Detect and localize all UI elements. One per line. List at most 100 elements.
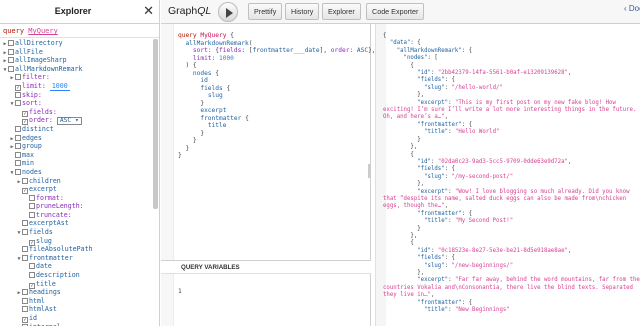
field-checkbox[interactable] xyxy=(8,65,14,72)
code-token: order xyxy=(330,47,350,54)
explorer-row[interactable]: ▶internal xyxy=(0,323,153,326)
result-line: "slug": "/my-second-post/" xyxy=(383,174,640,181)
explorer-row[interactable]: html xyxy=(0,297,153,306)
explorer-row[interactable]: htmlAst xyxy=(0,305,153,314)
field-checkbox[interactable] xyxy=(22,246,28,253)
field-name: id xyxy=(29,314,37,322)
explorer-row[interactable]: ✓ order: ASC ▾ xyxy=(0,116,153,126)
field-checkbox[interactable] xyxy=(15,143,21,150)
explorer-row[interactable]: ✓ slug xyxy=(0,237,153,246)
explorer-row[interactable]: ▼ nodes xyxy=(0,168,153,177)
close-icon[interactable]: ✕ xyxy=(143,3,154,19)
explorer-header: Explorer ✕ xyxy=(0,0,159,24)
toolbar: GraphQL Prettify History Explorer Code E… xyxy=(161,0,640,24)
explorer-row[interactable]: max xyxy=(0,151,153,160)
editor-gutter xyxy=(161,24,174,260)
explorer-row[interactable]: date xyxy=(0,262,153,271)
explorer-row[interactable]: ▼ fields xyxy=(0,228,153,237)
order-select[interactable]: ASC ▾ xyxy=(56,117,82,125)
explorer-row[interactable]: ▶ edges xyxy=(0,134,153,143)
field-checkbox[interactable] xyxy=(15,151,21,158)
field-checkbox[interactable] xyxy=(15,168,21,175)
code-token: nodes xyxy=(192,69,212,77)
field-checkbox[interactable] xyxy=(29,272,35,279)
field-checkbox[interactable] xyxy=(22,297,28,304)
field-checkbox[interactable] xyxy=(15,74,21,81)
code-token: "nodes" xyxy=(403,55,428,62)
result-line: "frontmatter": { xyxy=(383,211,640,218)
explorer-row[interactable]: ✓ id xyxy=(0,314,153,323)
graphiql-main: GraphQL Prettify History Explorer Code E… xyxy=(161,0,640,326)
explorer-row[interactable]: ✓ excerpt xyxy=(0,185,153,195)
field-checkbox[interactable] xyxy=(22,254,28,261)
field-name: fields: xyxy=(29,107,57,116)
code-token: } xyxy=(178,99,205,107)
explorer-button[interactable]: Explorer xyxy=(322,3,361,20)
field-name: truncate: xyxy=(36,210,72,219)
explorer-row[interactable]: pruneLength: xyxy=(0,202,153,211)
pane-resize-handle[interactable] xyxy=(368,164,371,178)
explorer-row[interactable]: ▼ allMarkdownRemark xyxy=(0,65,153,74)
explorer-row[interactable]: ▶ allFile xyxy=(0,48,153,57)
query-code[interactable]: query MyQuery { allMarkdownRemark( sort:… xyxy=(178,32,376,160)
field-checkbox[interactable] xyxy=(8,57,14,64)
field-checkbox[interactable] xyxy=(29,211,35,218)
field-name: html xyxy=(29,296,45,305)
explorer-row[interactable]: ▼ sort: xyxy=(0,99,153,108)
field-checkbox[interactable] xyxy=(8,48,14,55)
result-line: "id": "02da0c23-9ad3-5cc5-9709-0dde63e9d… xyxy=(383,159,640,166)
explorer-row[interactable]: ✓ title xyxy=(0,280,153,289)
field-checkbox[interactable] xyxy=(29,194,35,201)
query-editor[interactable]: query MyQuery { allMarkdownRemark( sort:… xyxy=(161,24,376,260)
explorer-row[interactable]: skip: xyxy=(0,91,153,100)
execute-query-button[interactable] xyxy=(218,2,238,22)
prettify-button[interactable]: Prettify xyxy=(248,3,283,20)
explorer-row[interactable]: distinct xyxy=(0,125,153,134)
result-line: "fields": { xyxy=(383,255,640,262)
field-checkbox[interactable] xyxy=(29,203,35,210)
code-token: ( xyxy=(248,39,253,47)
explorer-scrollbar[interactable] xyxy=(153,39,158,209)
explorer-row[interactable]: ▶ allImageSharp xyxy=(0,56,153,65)
code-token: , xyxy=(444,114,449,121)
explorer-row[interactable]: description xyxy=(0,271,153,280)
field-checkbox[interactable] xyxy=(15,134,21,141)
explorer-row[interactable]: excerptAst xyxy=(0,219,153,228)
explorer-row[interactable]: ▶ filter: xyxy=(0,73,153,82)
explorer-row[interactable]: min xyxy=(0,159,153,168)
code-exporter-button[interactable]: Code Exporter xyxy=(366,3,425,20)
code-token: { xyxy=(222,84,231,92)
field-checkbox[interactable] xyxy=(22,306,28,313)
explorer-row[interactable]: fileAbsolutePath xyxy=(0,245,153,254)
code-token: "/new-beginnings/" xyxy=(451,262,514,269)
field-checkbox[interactable] xyxy=(22,229,28,236)
query-variables-header[interactable]: QUERY VARIABLES xyxy=(161,260,371,274)
query-line: } xyxy=(178,130,376,138)
explorer-row[interactable]: ▶ allDirectory xyxy=(0,39,153,48)
code-token: }, xyxy=(383,232,418,239)
field-checkbox[interactable] xyxy=(22,177,28,184)
field-checkbox[interactable] xyxy=(22,220,28,227)
field-checkbox[interactable] xyxy=(8,40,14,46)
explorer-row[interactable]: ▶ group xyxy=(0,142,153,151)
field-checkbox[interactable] xyxy=(15,125,21,132)
field-checkbox[interactable] xyxy=(15,91,21,98)
query-name-input[interactable]: MyQuery xyxy=(28,27,58,35)
field-checkbox[interactable] xyxy=(15,100,21,107)
play-icon xyxy=(226,8,233,18)
explorer-row[interactable]: ▶ children xyxy=(0,177,153,186)
explorer-row[interactable]: format: xyxy=(0,194,153,203)
field-checkbox[interactable] xyxy=(22,289,28,296)
field-checkbox[interactable] xyxy=(29,263,35,270)
explorer-row[interactable]: ▼ frontmatter xyxy=(0,254,153,263)
history-button[interactable]: History xyxy=(285,3,320,20)
query-variables-editor[interactable]: 1 xyxy=(161,274,371,326)
explorer-row[interactable]: ✓ limit: 1000 xyxy=(0,81,153,91)
query-line: fields { xyxy=(178,85,376,93)
explorer-row[interactable]: truncate: xyxy=(0,211,153,220)
explorer-row[interactable]: ▶ headings xyxy=(0,288,153,297)
field-checkbox[interactable] xyxy=(15,160,21,167)
explorer-row[interactable]: ✓ fields: xyxy=(0,108,153,117)
result-line: "id": "0c18523e-8e27-5e3e-be21-8d5e918ae… xyxy=(383,248,640,255)
docs-button[interactable]: ‹ Docs xyxy=(624,4,640,13)
